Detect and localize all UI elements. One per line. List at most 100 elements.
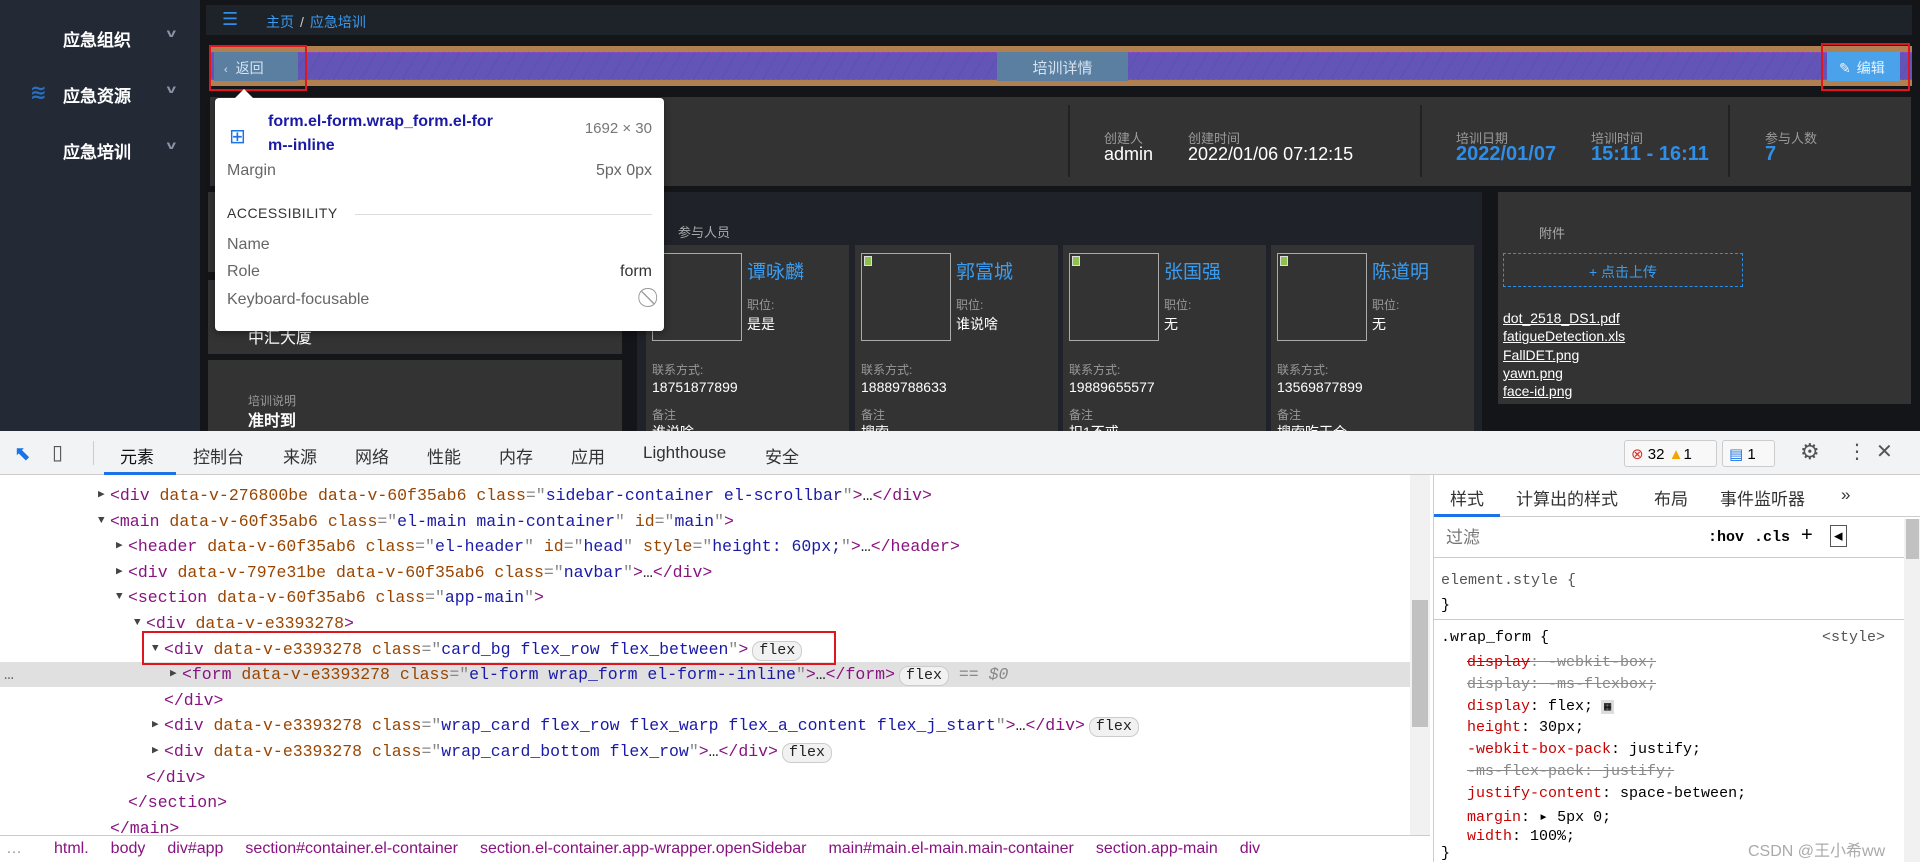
tab-3[interactable]: 网络 <box>355 443 389 468</box>
dom-breadcrumb-item[interactable]: section#container.el-container <box>245 840 458 857</box>
attachment-link[interactable]: yawn.png <box>1503 365 1563 381</box>
css-property[interactable]: width: 100%; <box>1467 828 1575 845</box>
css-property[interactable]: display: -webkit-box; <box>1467 654 1656 671</box>
css-property[interactable]: display: -ms-flexbox; <box>1467 676 1656 693</box>
dom-breadcrumb-item[interactable]: div <box>1240 840 1260 857</box>
flex-badge[interactable]: flex <box>1088 717 1139 738</box>
dom-node-row[interactable]: </section> <box>0 790 1410 815</box>
styles-tab-3[interactable]: 事件监听器 <box>1720 485 1805 510</box>
tab-2[interactable]: 来源 <box>283 443 317 468</box>
markup-token: head <box>583 537 624 557</box>
more-icon[interactable]: … <box>6 840 22 858</box>
dom-breadcrumb-item[interactable]: section.app-main <box>1096 840 1218 857</box>
attachment-link[interactable]: face-id.png <box>1503 383 1572 399</box>
dom-breadcrumb-item[interactable]: div#app <box>167 840 223 857</box>
css-property[interactable]: display: flex; ▦ <box>1467 698 1615 715</box>
dom-node-row[interactable]: </div> <box>0 688 1410 713</box>
css-property-value: justify; <box>1602 763 1675 780</box>
toggle-sidebar-icon[interactable]: ◂ <box>1830 525 1847 547</box>
chevron-down-icon: v <box>166 138 177 152</box>
dom-node-row[interactable]: ▼ <main data-v-60f35ab6 class="el-main ma… <box>0 509 1410 534</box>
time-value: 15:11 - 16:11 <box>1591 143 1709 165</box>
dom-node-row[interactable]: ▶ <div data-v-e3393278 class="wrap_card_b… <box>0 739 1410 764</box>
tab-1[interactable]: 控制台 <box>193 443 244 468</box>
message-count: 1 <box>1747 446 1756 463</box>
markup-token: … <box>708 742 719 761</box>
css-property[interactable]: -ms-flex-pack: justify; <box>1467 763 1674 780</box>
attachment-link[interactable]: FallDET.png <box>1503 347 1579 363</box>
expanded-arrow-icon[interactable]: ▼ <box>116 585 123 610</box>
css-property[interactable]: -webkit-box-pack: justify; <box>1467 741 1701 758</box>
tab-4[interactable]: 性能 <box>427 443 461 468</box>
sidebar-item-training[interactable]: 应急培训 v <box>0 128 200 168</box>
styles-tab-2[interactable]: 布局 <box>1654 485 1688 510</box>
dom-node-row[interactable]: ▶ <div data-v-e3393278 class="wrap_card f… <box>0 713 1410 738</box>
hov-toggle[interactable]: :hov <box>1708 529 1744 546</box>
markup-token: … <box>1015 716 1026 736</box>
dom-node-row[interactable]: ▼ <section data-v-60f35ab6 class="app-mai… <box>0 585 1410 610</box>
dom-breadcrumb-item[interactable]: html. <box>54 840 89 857</box>
styles-tab-4[interactable]: » <box>1841 485 1850 505</box>
collapsed-arrow-icon[interactable]: ▶ <box>170 662 177 687</box>
flex-badge[interactable]: flex <box>898 666 949 687</box>
collapsed-arrow-icon[interactable]: ▶ <box>116 560 123 585</box>
more-icon[interactable]: … <box>4 662 14 687</box>
upload-button[interactable]: + 点击上传 <box>1503 253 1743 287</box>
close-icon[interactable]: ✕ <box>1876 439 1893 464</box>
inspect-element-icon[interactable]: ⬉ <box>14 441 31 466</box>
gear-icon[interactable]: ⚙ <box>1800 439 1820 465</box>
markup-token: =" <box>563 537 584 557</box>
attachment-link[interactable]: fatigueDetection.xls <box>1503 328 1625 344</box>
elements-scrollbar[interactable] <box>1410 475 1430 835</box>
attachment-link[interactable]: dot_2518_DS1.pdf <box>1503 310 1620 326</box>
selected-node-row[interactable]: … ▶ <form data-v-e3393278 class="el-form w… <box>0 662 1410 688</box>
position-label: 职位: <box>747 298 775 312</box>
tab-5[interactable]: 内存 <box>499 443 533 468</box>
collapsed-arrow-icon[interactable]: ▶ <box>98 483 105 508</box>
collapsed-arrow-icon[interactable]: ▶ <box>152 739 159 764</box>
tab-8[interactable]: 安全 <box>765 443 799 468</box>
tab-0[interactable]: 元素 <box>120 443 154 468</box>
more-vertical-icon[interactable]: ⋮ <box>1847 439 1867 464</box>
markup-token: el-header <box>434 537 525 557</box>
styles-tab-1[interactable]: 计算出的样式 <box>1516 485 1618 510</box>
css-property[interactable]: height: 30px; <box>1467 719 1584 736</box>
dom-node-row[interactable]: ▶ <div data-v-276800be data-v-60f35ab6 cl… <box>0 483 1410 508</box>
styles-tab-0[interactable]: 样式 <box>1450 485 1484 510</box>
expanded-arrow-icon[interactable]: ▼ <box>134 611 141 636</box>
cls-toggle[interactable]: .cls <box>1754 529 1790 546</box>
note-label: 备注 <box>1277 408 1302 422</box>
dom-node-row[interactable]: ▶ <header data-v-60f35ab6 class="el-heade… <box>0 534 1410 559</box>
sidebar-item-resources[interactable]: ≋ 应急资源 v <box>0 72 200 112</box>
device-toggle-icon[interactable]: ▯ <box>52 440 63 465</box>
collapsed-arrow-icon[interactable]: ▶ <box>116 534 123 559</box>
styles-filter-input[interactable] <box>1440 524 1690 551</box>
new-rule-icon[interactable]: + <box>1801 524 1813 547</box>
tab-6[interactable]: 应用 <box>571 443 605 468</box>
menu-fold-icon[interactable]: ☰ <box>222 9 238 30</box>
breadcrumb-home[interactable]: 主页 <box>266 14 294 30</box>
css-property-value: justify; <box>1629 741 1702 759</box>
styles-scrollbar[interactable] <box>1904 519 1920 862</box>
messages-badge[interactable]: ▤ 1 <box>1722 440 1775 467</box>
dom-node-row[interactable]: </div> <box>0 765 1410 790</box>
expanded-arrow-icon[interactable]: ▼ <box>98 509 105 534</box>
dom-node-row[interactable]: ▶ <div data-v-797e31be data-v-60f35ab6 cl… <box>0 560 1410 585</box>
message-icon: ▤ <box>1729 446 1744 463</box>
dom-breadcrumb-item[interactable]: section.el-container.app-wrapper.openSid… <box>480 840 806 857</box>
tooltip-margin-value: 5px 0px <box>595 162 652 179</box>
tab-7[interactable]: Lighthouse <box>643 443 726 463</box>
tooltip-section-heading: ACCESSIBILITY <box>227 205 338 221</box>
dom-breadcrumb-item[interactable]: main#main.el-main.main-container <box>828 840 1073 857</box>
flex-badge[interactable]: flex <box>781 743 832 763</box>
collapsed-arrow-icon[interactable]: ▶ <box>152 713 159 738</box>
rule-source-link[interactable]: <style> <box>1822 629 1885 646</box>
annotation-box <box>142 631 836 665</box>
css-property[interactable]: justify-content: space-between; <box>1467 785 1746 802</box>
issues-badge[interactable]: ⊗ 32 ▲1 <box>1624 440 1717 467</box>
css-property[interactable]: margin: ▸ 5px 0; <box>1467 807 1611 826</box>
sidebar-item-org[interactable]: 应急组织 v <box>0 16 200 56</box>
contact-label: 联系方式: <box>1069 363 1121 377</box>
dom-breadcrumb-item[interactable]: body <box>111 840 146 857</box>
flexbox-editor-icon[interactable]: ▦ <box>1601 699 1615 714</box>
